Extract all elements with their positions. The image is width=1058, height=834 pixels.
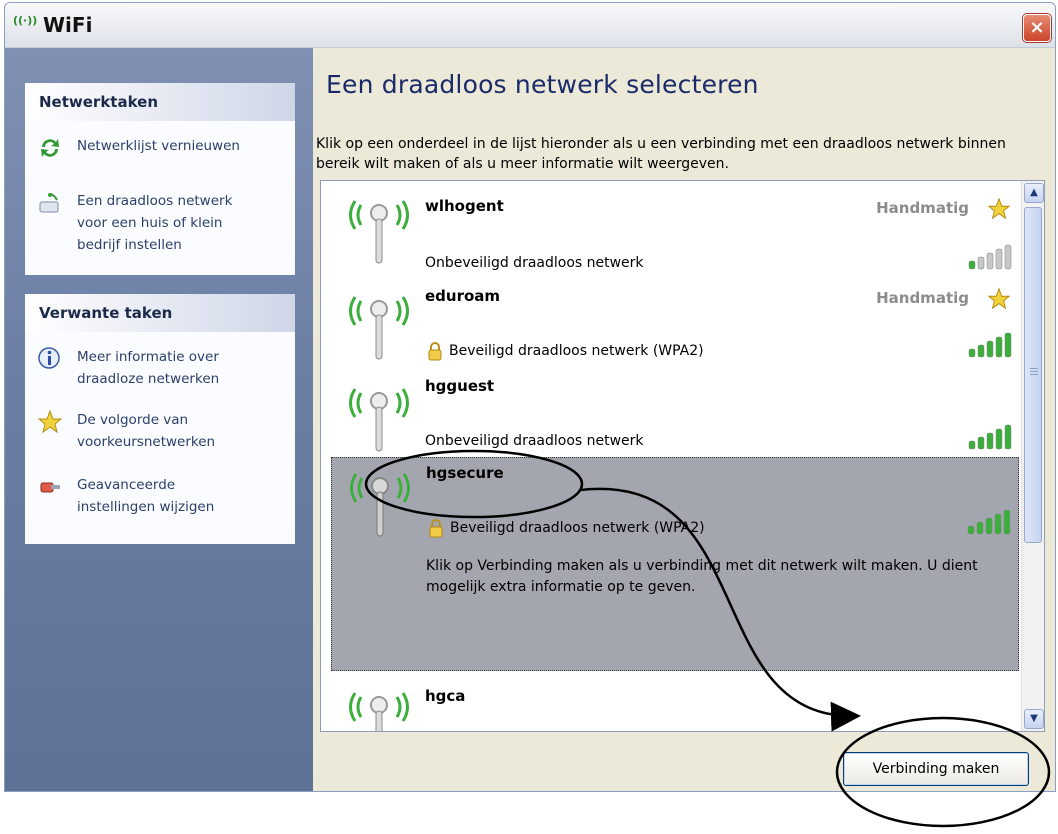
signal-bar: [995, 336, 1003, 358]
signal-bar: [1004, 332, 1012, 358]
signal-bar: [968, 260, 976, 270]
network-item-hgsecure[interactable]: hgsecure Beveiligd draadloos netwerk (WP…: [331, 457, 1019, 671]
network-item-hgca[interactable]: hgca: [331, 675, 1019, 731]
more-info-label: Meer informatie over draadloze netwerken: [77, 349, 220, 387]
antenna-icon: [349, 296, 409, 360]
network-name: hgsecure: [426, 464, 504, 482]
setup-network-label: Een draadloos netwerk voor een huis of k…: [77, 193, 233, 253]
signal-bar: [968, 348, 976, 358]
signal-strength-icon: [967, 509, 1011, 535]
antenna-icon: [350, 473, 410, 537]
related-tasks-panel: Verwante taken Meer informatie over draa…: [25, 294, 295, 544]
antenna-icon: [349, 388, 409, 452]
signal-bar: [977, 344, 985, 358]
signal-bar: [986, 432, 994, 450]
signal-bar: [985, 517, 993, 535]
advanced-settings-link[interactable]: Geavanceerde instellingen wijzigen: [37, 474, 287, 522]
setup-network-icon: [39, 193, 59, 213]
scroll-up-button[interactable]: ▲: [1024, 183, 1044, 203]
antenna-icon: [349, 692, 409, 731]
signal-bar: [976, 521, 984, 535]
refresh-network-list-label: Netwerklijst vernieuwen: [77, 138, 240, 154]
signal-strength-icon: [968, 424, 1012, 450]
signal-bar: [968, 440, 976, 450]
security-status: Onbeveiligd draadloos netwerk: [425, 433, 644, 449]
signal-bar: [1003, 509, 1011, 535]
advanced-settings-label: Geavanceerde instellingen wijzigen: [77, 477, 215, 515]
wireless-signal-icon: ((·)): [13, 14, 38, 27]
signal-bar: [1004, 424, 1012, 450]
network-name: hgca: [425, 687, 466, 705]
antenna-icon: [349, 200, 409, 264]
security-status: Beveiligd draadloos netwerk (WPA2): [450, 520, 705, 536]
connection-mode: Handmatig: [876, 199, 969, 217]
signal-bar: [977, 256, 985, 270]
network-item-wlhogent[interactable]: wlhogent Handmatig Onbeveiligd draadloos…: [331, 185, 1019, 277]
signal-strength-icon: [968, 244, 1012, 270]
connection-mode: Handmatig: [876, 289, 969, 307]
list-scrollbar[interactable]: ▲ ▼: [1021, 181, 1044, 731]
network-list[interactable]: wlhogent Handmatig Onbeveiligd draadloos…: [320, 180, 1045, 732]
lock-icon: [429, 519, 443, 538]
signal-bar: [995, 248, 1003, 270]
network-tasks-header: Netwerktaken: [25, 83, 295, 121]
scroll-thumb[interactable]: [1024, 207, 1042, 543]
signal-bar: [967, 525, 975, 535]
window-title: WiFi: [43, 13, 93, 37]
network-item-hgguest[interactable]: hgguest Onbeveiligd draadloos netwerk: [331, 371, 1019, 463]
signal-bar: [1004, 244, 1012, 270]
signal-bar: [977, 436, 985, 450]
lock-icon: [428, 342, 442, 361]
security-status: Beveiligd draadloos netwerk (WPA2): [449, 343, 704, 359]
page-description: Klik op een onderdeel in de lijst hieron…: [316, 136, 1006, 172]
setup-network-link[interactable]: Een draadloos netwerk voor een huis of k…: [37, 190, 287, 260]
related-tasks-header: Verwante taken: [25, 294, 295, 332]
refresh-network-list-link[interactable]: Netwerklijst vernieuwen: [37, 135, 287, 161]
close-button[interactable]: ×: [1023, 14, 1051, 42]
refresh-icon: [41, 139, 59, 157]
signal-bar: [986, 252, 994, 270]
preferred-star-icon: [987, 287, 1011, 310]
title-bar[interactable]: ((·)) WiFi ×: [5, 3, 1055, 48]
settings-icon: [40, 482, 60, 493]
signal-bar: [995, 428, 1003, 450]
preferred-order-label: De volgorde van voorkeursnetwerken: [77, 412, 216, 450]
network-info-text: Klik op Verbinding maken als u verbindin…: [426, 558, 978, 595]
scroll-down-button[interactable]: ▼: [1024, 709, 1044, 729]
network-item-eduroam[interactable]: eduroam Handmatig Beveiligd draadloos ne…: [331, 281, 1019, 373]
network-tasks-panel: Netwerktaken Netwerklijst vernieuwen Een…: [25, 83, 295, 275]
preferred-order-link[interactable]: De volgorde van voorkeursnetwerken: [37, 409, 287, 457]
network-name: eduroam: [425, 287, 501, 305]
security-status: Onbeveiligd draadloos netwerk: [425, 255, 644, 271]
signal-bar: [986, 340, 994, 358]
sidebar: Netwerktaken Netwerklijst vernieuwen Een…: [5, 48, 313, 791]
more-info-link[interactable]: Meer informatie over draadloze netwerken: [37, 346, 287, 394]
page-title: Een draadloos netwerk selecteren: [326, 70, 759, 99]
info-icon: [38, 347, 60, 369]
preferred-star-icon: [987, 197, 1011, 220]
connect-button[interactable]: Verbinding maken: [843, 752, 1029, 786]
star-icon: [37, 409, 63, 434]
network-name: wlhogent: [425, 197, 504, 215]
signal-strength-icon: [968, 332, 1012, 358]
signal-bar: [994, 513, 1002, 535]
network-name: hgguest: [425, 377, 495, 395]
